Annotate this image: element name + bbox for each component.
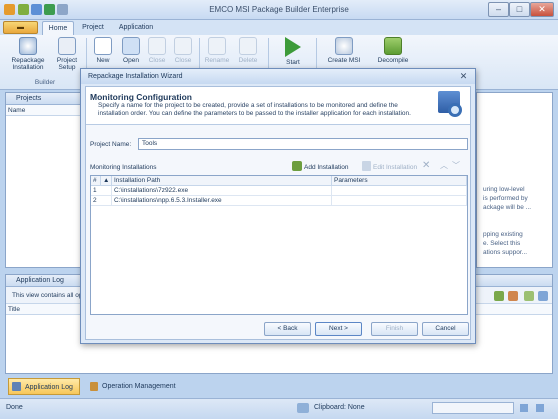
column-header-num[interactable]: # [91,176,101,186]
status-text: Done [6,404,23,411]
start-page-text: uring low-level is performed by ackage wil… [483,186,532,256]
tab-application[interactable]: Application [114,21,158,35]
status-bar: Done Clipboard: None [0,398,558,419]
decompile-icon [384,37,402,55]
repackage-button[interactable]: Repackage Installation [7,37,49,77]
move-down-icon[interactable]: ﹀ [452,160,460,171]
edit-installation-button[interactable]: Edit Installation [373,164,417,171]
window-title: EMCO MSI Package Builder Enterprise [209,5,349,14]
rename-icon [208,37,226,55]
projects-panel: Projects Name [5,92,85,268]
row-2-params[interactable] [332,196,467,206]
cancel-button[interactable]: Cancel [422,322,469,336]
tab-home[interactable]: Home [42,21,74,35]
header-description: Specify a name for the project to be cre… [98,102,411,117]
remove-installation-icon[interactable]: ✕ [422,160,430,171]
log-columns-icon[interactable] [538,291,548,301]
app-menu-icon: ▬ [17,24,24,31]
sort-icon[interactable]: ▲ [101,176,112,186]
row-2-num[interactable]: 2 [91,196,112,206]
log-clear-icon[interactable] [508,291,518,301]
clipboard-icon [297,403,309,413]
repackage-icon [19,37,37,55]
finish-button[interactable]: Finish [371,322,418,336]
project-setup-icon [58,37,76,55]
header-title: Monitoring Configuration [90,92,192,102]
open-icon [122,37,140,55]
maximize-button[interactable]: □ [509,2,530,17]
minimize-button[interactable]: – [488,2,509,17]
log-view-icon[interactable] [524,291,534,301]
projects-panel-title: Projects [6,93,84,105]
monitoring-installations-label: Monitoring Installations [90,164,157,171]
column-header-path[interactable]: Installation Path [112,176,332,186]
start-page-area: uring low-level is performed by ackage wil… [476,92,553,268]
log-filter-icon[interactable] [494,291,504,301]
hourglass-icon [90,382,98,391]
clipboard-status: Clipboard: None [314,404,365,411]
row-1-num[interactable]: 1 [91,186,112,196]
back-button[interactable]: < Back [264,322,311,336]
start-icon [285,37,301,57]
row-1-params[interactable] [332,186,467,196]
project-name-input[interactable]: Tools [138,138,468,150]
project-name-label: Project Name: [90,141,132,148]
dialog-header: Monitoring Configuration Specify a name … [86,87,470,125]
installations-grid: # ▲ Installation Path Parameters 1 C:\in… [90,175,468,315]
title-bar: EMCO MSI Package Builder Enterprise – □ … [0,0,558,20]
create-msi-icon [335,37,353,55]
row-1-path[interactable]: C:\installations\7z922.exe [112,186,332,196]
app-log-icon [12,382,21,391]
app-menu-button[interactable]: ▬ [3,21,38,34]
dialog-body: Monitoring Configuration Specify a name … [85,86,471,340]
close-window-button[interactable]: ✕ [530,2,554,17]
next-button[interactable]: Next > [315,322,362,336]
column-header-params[interactable]: Parameters [332,176,467,186]
dialog-title: Repackage Installation Wizard [81,69,475,84]
close-project-icon [148,37,166,55]
status-icon-2 [536,404,544,412]
delete-icon [239,37,257,55]
bottom-tab-operation-management[interactable]: Operation Management [86,378,186,395]
row-2-path[interactable]: C:\installations\npp.6.5.3.Installer.exe [112,196,332,206]
monitoring-config-icon [438,91,466,121]
add-installation-button[interactable]: Add Installation [304,164,348,171]
add-installation-icon [292,161,302,171]
builder-group-label: Builder [34,79,56,86]
tab-project[interactable]: Project [76,21,110,35]
status-icon-1 [520,404,528,412]
project-setup-button[interactable]: Project Setup [52,37,82,77]
move-up-icon[interactable]: ︿ [440,160,448,171]
progress-bar [432,402,514,414]
close-all-icon [174,37,192,55]
edit-installation-icon [362,161,371,171]
new-icon [94,37,112,55]
dialog-close-icon[interactable]: ✕ [458,71,469,82]
repackage-wizard-dialog: Repackage Installation Wizard ✕ Monitori… [80,68,476,344]
projects-name-column[interactable]: Name [6,105,84,116]
